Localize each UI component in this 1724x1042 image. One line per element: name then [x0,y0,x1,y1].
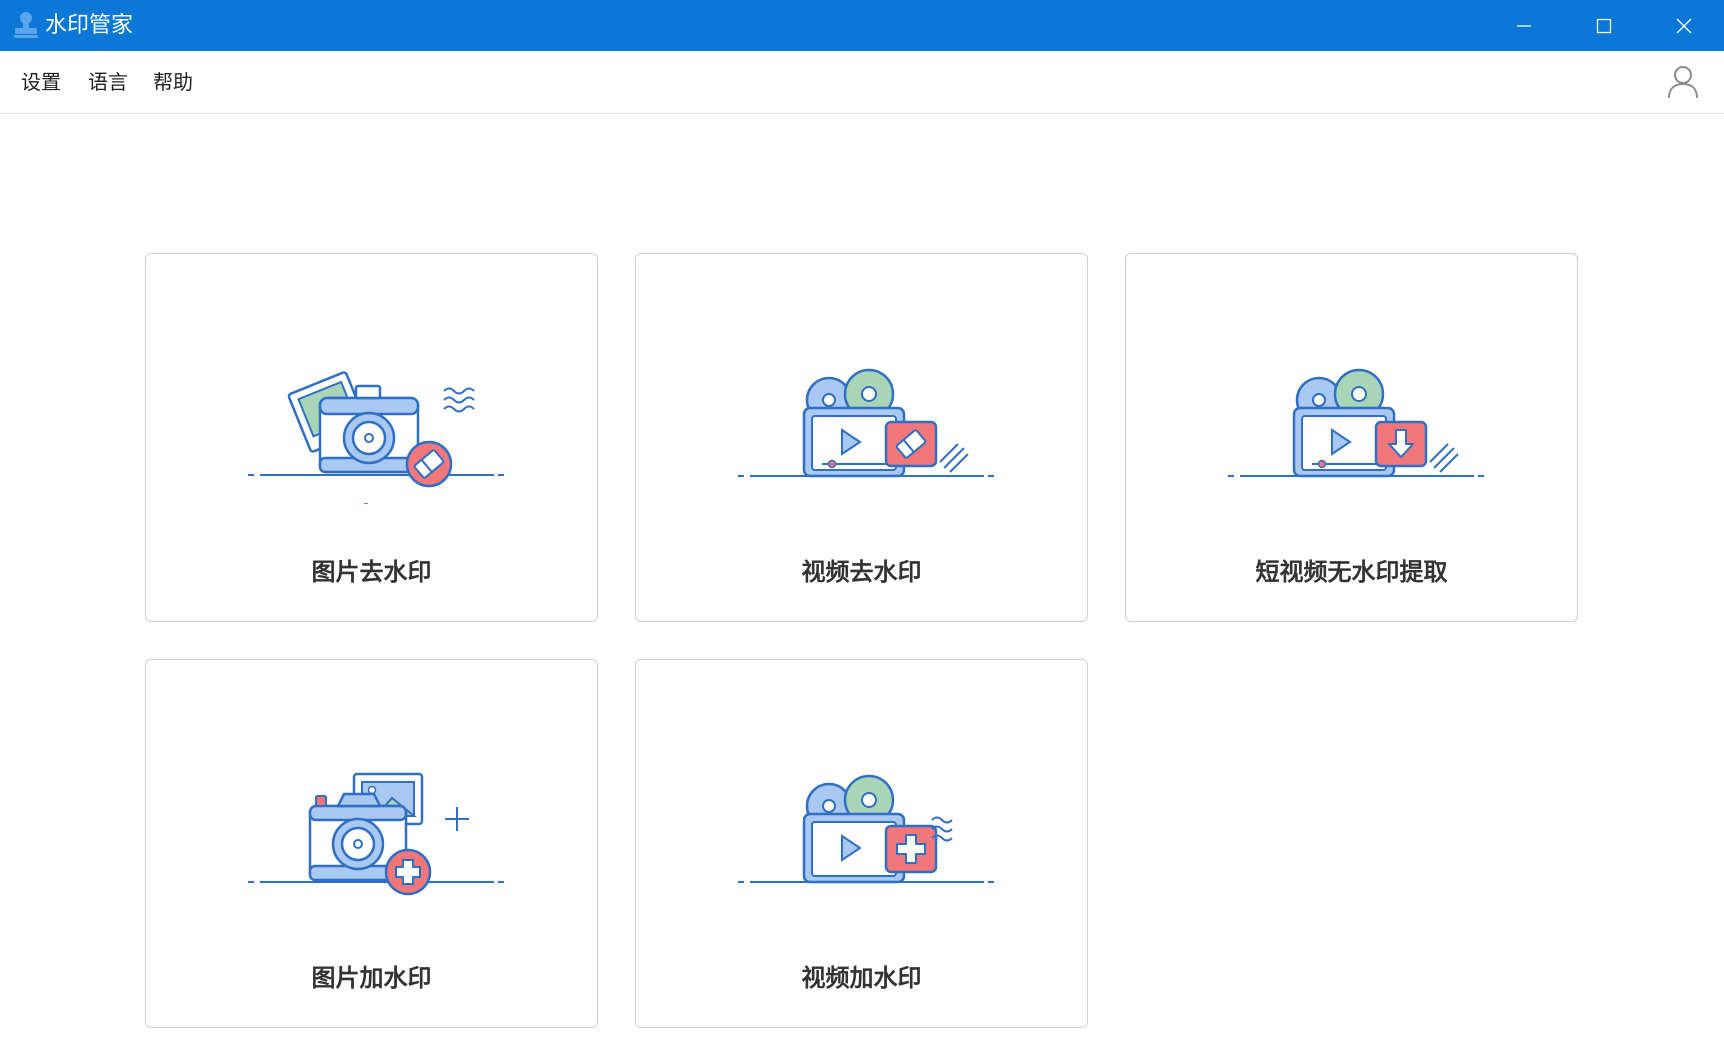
maximize-button[interactable] [1564,0,1644,51]
card-short-video-extract[interactable]: 短视频无水印提取 [1125,253,1578,622]
card-video-add-watermark[interactable]: 视频加水印 [635,659,1088,1028]
stamp-icon [14,12,38,38]
video-eraser-icon [738,368,994,478]
video-add-icon [738,774,994,884]
card-image-add-watermark[interactable]: 图片加水印 [145,659,598,1028]
card-image-remove-watermark[interactable]: 图片去水印 [145,253,598,622]
menu-settings[interactable]: 设置 [21,68,61,96]
card-label: 视频加水印 [801,964,922,992]
close-icon [1676,18,1692,33]
menu-bar: 设置 语言 帮助 [0,51,1724,114]
maximize-icon [1596,18,1612,33]
minimize-button[interactable] [1484,0,1564,51]
title-bar[interactable]: 水印管家 [0,0,1724,51]
card-label: 短视频无水印提取 [1255,558,1448,586]
close-button[interactable] [1644,0,1724,51]
card-video-remove-watermark[interactable]: 视频去水印 [635,253,1088,622]
video-download-icon [1228,368,1484,478]
camera-eraser-icon [248,371,504,504]
window-title: 水印管家 [45,13,134,38]
camera-add-icon [248,772,504,896]
app-window: 水印管家 设置 语言 帮助 图片去水印 视频去水印 短视频无水印提取 图片加水印… [0,0,1724,1042]
card-label: 视频去水印 [801,558,922,586]
card-label: 图片加水印 [311,964,432,992]
menu-language[interactable]: 语言 [88,68,128,96]
menu-help[interactable]: 帮助 [153,68,193,96]
user-icon[interactable] [1664,63,1702,101]
card-label: 图片去水印 [311,558,432,586]
minimize-icon [1517,24,1531,27]
